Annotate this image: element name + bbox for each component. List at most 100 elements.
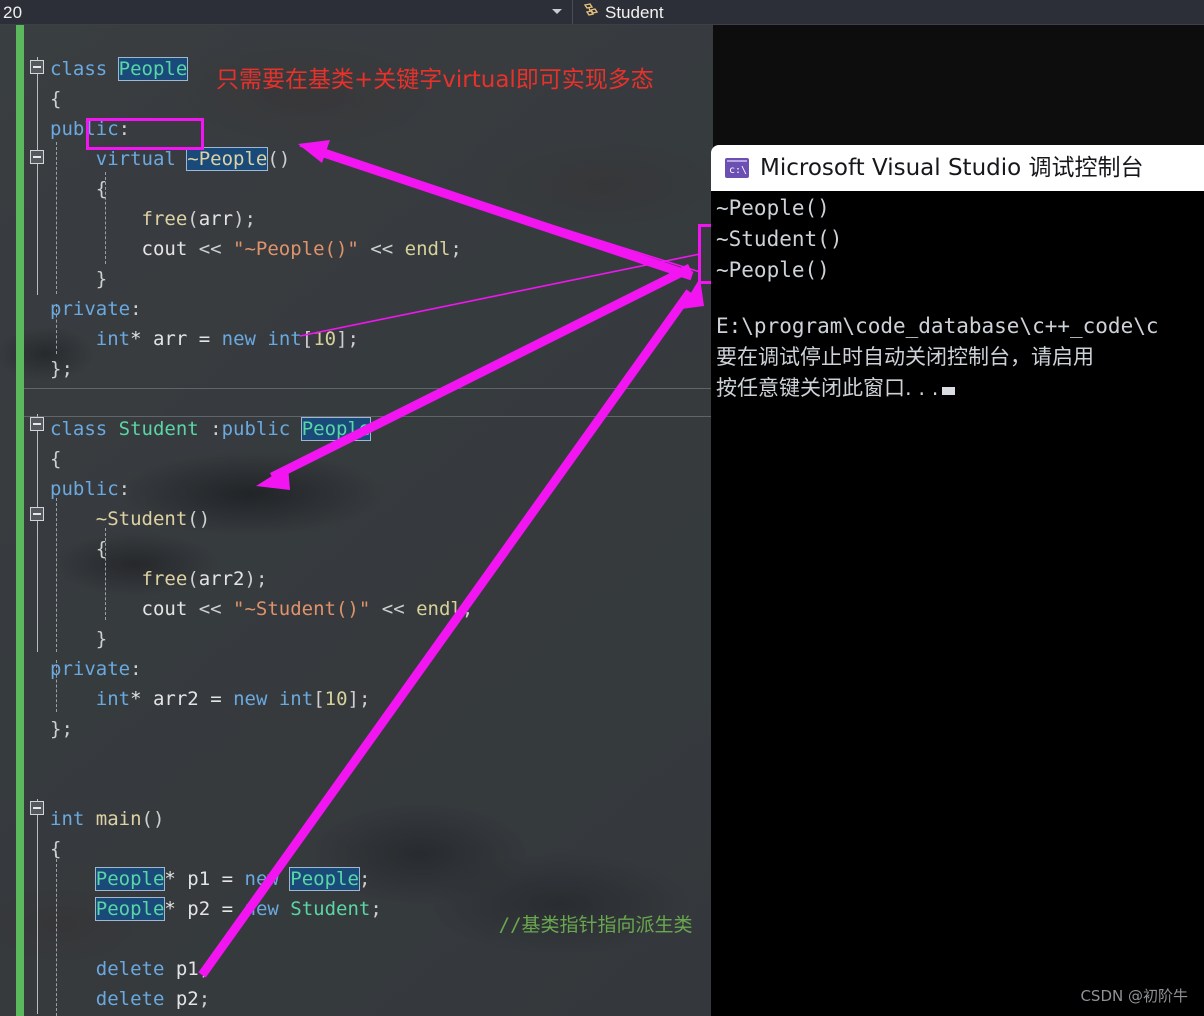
code-token: ( (187, 568, 199, 590)
inline-comment: //基类指针指向派生类 (498, 914, 693, 936)
code-line: { (0, 174, 107, 204)
code-token: People (300, 417, 372, 441)
console-output-line: ~People() (716, 258, 830, 282)
code-token: } (50, 268, 108, 290)
code-token: arr (152, 328, 188, 350)
code-line: class Student :public People (0, 414, 372, 444)
code-line: free(arr2); (0, 564, 268, 594)
code-token: ; (358, 868, 371, 890)
code-token: new (244, 868, 279, 890)
watermark: CSDN @初阶牛 (1080, 987, 1188, 1005)
console-output-line: ~People() (716, 196, 830, 220)
code-token: p1 (187, 868, 211, 890)
code-token: }; (50, 358, 73, 380)
svg-text:c:\: c:\ (729, 165, 747, 176)
code-token: [ (313, 688, 325, 710)
code-token: cout (141, 598, 188, 620)
code-token: private (50, 658, 131, 680)
code-line: } (0, 264, 107, 294)
debug-console-window[interactable]: c:\ Microsoft Visual Studio 调试控制台 ~Peopl… (711, 145, 1204, 1016)
member-dropdown[interactable]: 20 (0, 0, 573, 24)
code-token: new (244, 898, 279, 920)
console-prompt-line: 按任意键关闭此窗口. . . (716, 373, 1204, 404)
code-line: { (0, 834, 61, 864)
code-token: { (50, 538, 108, 560)
code-line: }; (0, 714, 73, 744)
code-token: ; (461, 598, 474, 620)
code-line: cout << "~Student()" << endl; (0, 594, 474, 624)
code-token: * (130, 688, 153, 710)
code-line: { (0, 534, 107, 564)
code-token: << (187, 598, 234, 620)
code-token: Student (290, 898, 371, 920)
member-dropdown-value: 20 (3, 2, 23, 22)
code-token: = (198, 688, 234, 710)
code-token: 10 (313, 328, 337, 350)
code-token: : (118, 478, 131, 500)
code-token: free (141, 568, 188, 590)
command-prompt-icon: c:\ (725, 156, 749, 180)
code-token: : (130, 658, 142, 680)
code-line: free(arr); (0, 204, 256, 234)
code-text[interactable]: class People{public: virtual ~People() {… (0, 24, 713, 1016)
code-token: p2 (187, 898, 211, 920)
code-line: }; (0, 354, 73, 384)
code-token: delete (95, 988, 165, 1010)
code-token: << (358, 238, 405, 260)
code-line: delete p2; (0, 984, 210, 1014)
code-token: p1 (175, 958, 199, 980)
code-token: ); (244, 568, 268, 590)
code-token: ; (198, 988, 211, 1010)
code-token: : (130, 298, 142, 320)
code-token: ]; (336, 328, 359, 350)
code-token: p2 (175, 988, 199, 1010)
console-output-area[interactable]: ~People() ~Student() ~People() E:\progra… (711, 191, 1204, 1016)
code-token: = (210, 898, 245, 920)
code-token: public (50, 478, 119, 500)
highlight-box-virtual-keyword (86, 118, 204, 150)
code-token: endl (416, 598, 462, 620)
console-info-line: 要在调试停止时自动关闭控制台，请启用 (716, 345, 1094, 369)
chevron-down-icon[interactable] (552, 9, 562, 14)
code-token: * (164, 868, 188, 890)
code-token: { (50, 838, 62, 860)
code-token: } (50, 628, 108, 650)
code-token: int (267, 328, 302, 350)
code-line: private: (0, 654, 142, 684)
code-token: delete (95, 958, 165, 980)
code-token: arr2 (152, 688, 199, 710)
console-titlebar[interactable]: c:\ Microsoft Visual Studio 调试控制台 (711, 145, 1204, 191)
code-token: }; (50, 718, 73, 740)
console-title: Microsoft Visual Studio 调试控制台 (760, 154, 1144, 181)
code-token: { (50, 88, 62, 110)
code-token: int (50, 808, 85, 830)
code-token: = (210, 868, 245, 890)
scope-indicator[interactable]: Student (573, 0, 1204, 24)
console-path-line: E:\program\code_database\c++_code\c (716, 314, 1159, 338)
code-token: ; (370, 898, 382, 920)
code-token: People (94, 867, 166, 891)
code-token: ; (198, 958, 211, 980)
code-editor-pane[interactable]: class People{public: virtual ~People() {… (0, 24, 713, 1016)
console-cursor (942, 387, 956, 395)
code-token: * (164, 898, 188, 920)
code-token: "~People()" (233, 238, 359, 260)
